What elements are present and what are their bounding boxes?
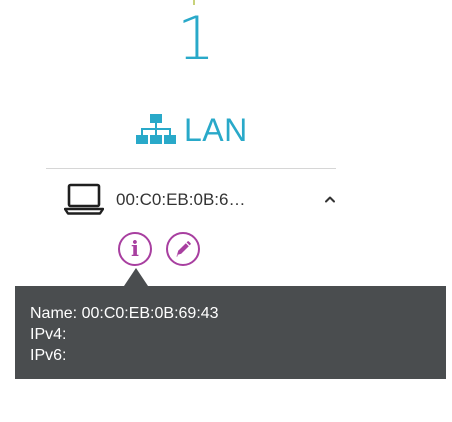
device-list-item[interactable]: 00:C0:EB:0B:6… [46,178,346,222]
tooltip-arrow [124,268,148,286]
network-type-label: LAN [184,112,248,148]
device-count: 1 [176,4,216,74]
chevron-up-icon[interactable] [323,193,337,205]
network-topology-icon [136,114,176,144]
tooltip-ipv6: IPv6: [30,347,67,364]
device-edit-button[interactable] [166,232,200,266]
device-info-button[interactable]: ℹ [118,232,152,266]
tooltip-name: Name: 00:C0:EB:0B:69:43 [30,305,219,322]
device-info-tooltip: Name: 00:C0:EB:0B:69:43 IPv4: IPv6: [15,286,446,379]
section-divider [46,168,336,169]
tooltip-ipv4: IPv4: [30,326,67,343]
info-icon: ℹ [131,237,139,261]
network-type-header: LAN [136,110,248,150]
pencil-icon [176,241,191,257]
laptop-icon [64,183,104,215]
lan-device-panel: 1 LAN 00:C0:EB:0B:6… ℹ Name: 00:C0:EB:0B… [0,0,452,422]
device-name: 00:C0:EB:0B:6… [116,190,246,209]
